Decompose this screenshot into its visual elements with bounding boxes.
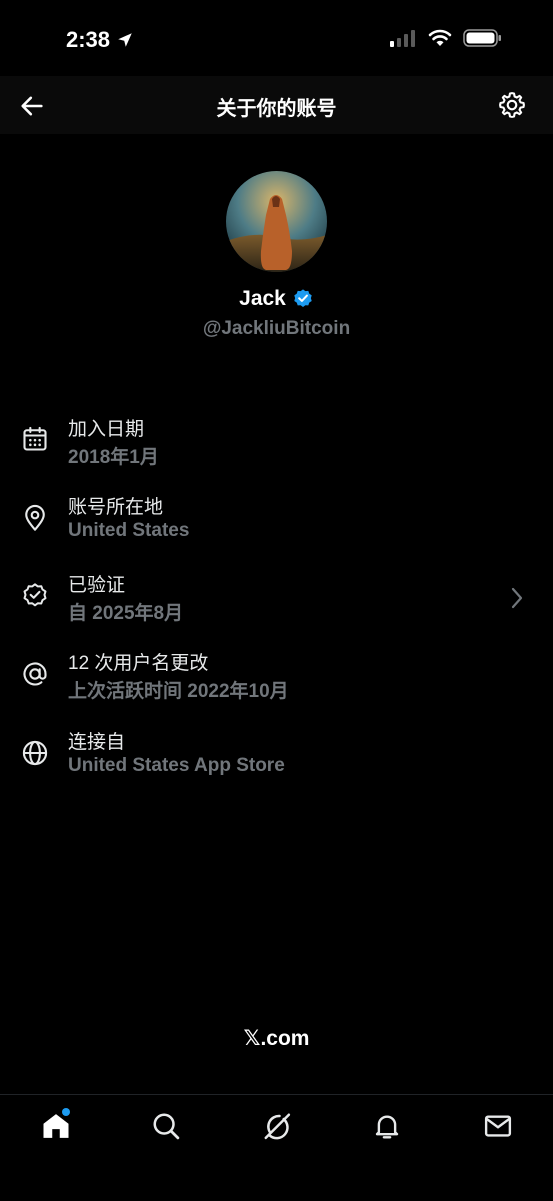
info-title: 12 次用户名更改 [68, 653, 209, 674]
chevron-right-icon [511, 587, 523, 609]
info-title: 连接自 [68, 732, 126, 753]
bell-icon[interactable] [372, 1111, 402, 1141]
info-title: 账号所在地 [68, 497, 164, 518]
info-subtitle: 自 2025年8月 [68, 603, 184, 624]
home-notification-dot [62, 1108, 70, 1116]
verified-checkmark-icon [294, 289, 312, 307]
info-subtitle: United States [68, 520, 190, 541]
wifi-icon [428, 29, 452, 46]
info-title: 已验证 [68, 575, 126, 596]
location-pin-icon [25, 504, 45, 531]
grok-icon[interactable] [262, 1111, 292, 1141]
avatar[interactable] [226, 171, 327, 272]
nav-bar: 关于你的账号 [0, 76, 553, 134]
status-time: 2:38 [66, 27, 134, 53]
profile-name: Jack [239, 287, 286, 310]
page-title: 关于你的账号 [216, 98, 337, 120]
at-sign-icon [23, 662, 47, 686]
status-bar: 2:38 [0, 0, 553, 80]
profile-name-row: Jack [0, 287, 553, 311]
info-item-username-changes: 12 次用户名更改 上次活跃时间 2022年10月 [0, 648, 553, 718]
tab-bar [0, 1094, 553, 1201]
info-title: 加入日期 [68, 419, 145, 440]
info-subtitle: United States App Store [68, 755, 285, 776]
info-item-verified[interactable]: 已验证 自 2025年8月 [0, 570, 553, 640]
info-item-connected-via: 连接自 United States App Store [0, 727, 553, 797]
profile-handle: @JackliuBitcoin [202, 318, 351, 339]
battery-icon [463, 29, 501, 47]
globe-icon [22, 740, 48, 766]
info-subtitle: 2018年1月 [68, 447, 159, 468]
status-icons [389, 28, 503, 48]
info-item-account-location: 账号所在地 United States [0, 492, 553, 562]
verified-badge-icon [23, 583, 47, 607]
x-com-link[interactable]: 𝕏.com [0, 1026, 553, 1051]
location-arrow-icon [118, 33, 132, 47]
calendar-icon [23, 426, 47, 451]
info-subtitle: 上次活跃时间 2022年10月 [68, 681, 289, 702]
mail-icon[interactable] [483, 1111, 513, 1141]
status-time-text: 2:38 [66, 27, 111, 52]
info-item-join-date: 加入日期 2018年1月 [0, 414, 553, 484]
avatar-image [226, 171, 327, 272]
search-icon[interactable] [151, 1111, 181, 1141]
gear-icon[interactable] [497, 90, 527, 120]
cellular-signal-icon [390, 30, 415, 47]
